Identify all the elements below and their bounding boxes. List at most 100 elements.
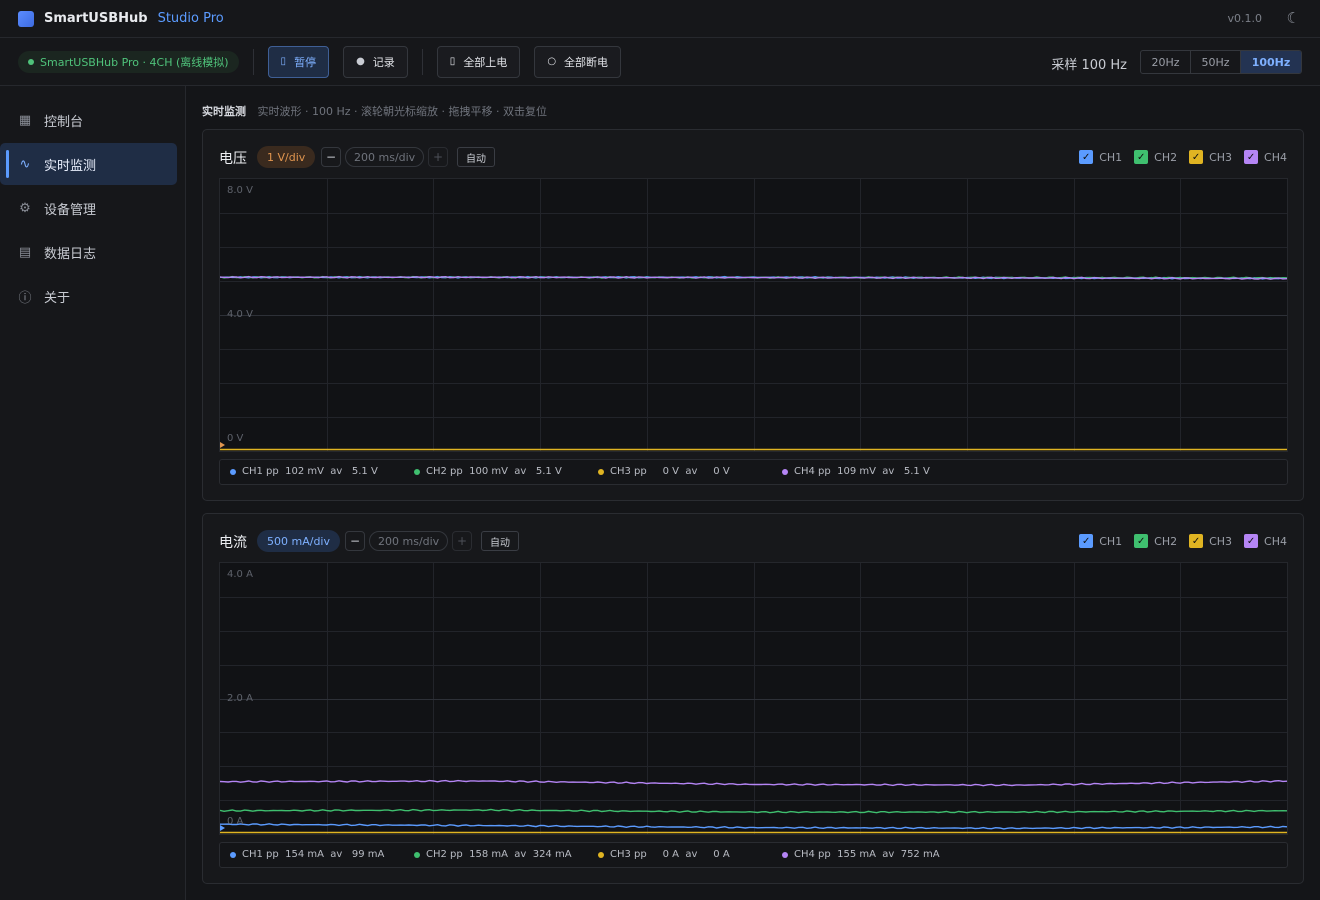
legend-ch2[interactable]: ✓ CH2	[1134, 150, 1177, 164]
stat-ch3: CH3 pp 0 A av 0 A	[598, 849, 730, 860]
gear-icon: ⚙	[19, 200, 31, 216]
ch4-dot-icon	[782, 851, 788, 858]
stat-text: CH3 pp 0 A av 0 A	[610, 849, 730, 860]
sidebar-item-logs[interactable]: ▤ 数据日志	[0, 231, 177, 273]
record-button[interactable]: ● 记录	[343, 45, 408, 78]
legend-ch3[interactable]: ✓ CH3	[1189, 534, 1232, 548]
current-chart-svg	[220, 563, 1287, 834]
voltage-panel: 电压 1 V/div − 200 ms/div + 自动 ✓ CH1 ✓ CH2 ✓…	[202, 129, 1304, 501]
panel-title: 电压	[219, 151, 247, 167]
title-bar: SmartUSBHub Studio Pro v0.1.0 ☾	[0, 0, 1320, 38]
power-all-off-label: 全部断电	[564, 55, 609, 69]
stat-text: CH2 pp 158 mA av 324 mA	[426, 849, 572, 860]
current-stats-bar: CH1 pp 154 mA av 99 mA CH2 pp 158 mA av …	[219, 842, 1288, 868]
legend-label: CH1	[1099, 534, 1123, 548]
pause-label: 暂停	[294, 55, 317, 69]
pause-button[interactable]: ▯ 暂停	[267, 45, 330, 78]
sidebar-item-about[interactable]: ⓘ 关于	[0, 275, 177, 317]
y-tick-label: 4.0 V	[227, 309, 253, 320]
current-panel: 电流 500 mA/div − 200 ms/div + 自动 ✓ CH1 ✓ CH…	[202, 513, 1304, 884]
legend-ch1[interactable]: ✓ CH1	[1079, 534, 1122, 548]
legend-ch2[interactable]: ✓ CH2	[1134, 534, 1177, 548]
legend-label: CH2	[1154, 534, 1178, 548]
rate-option-100hz[interactable]: 100Hz	[1241, 51, 1301, 73]
zero-marker-icon	[220, 442, 225, 448]
log-icon: ▤	[18, 244, 32, 260]
main-content: 实时监测 实时波形 · 100 Hz · 滚轮朝光标缩放 · 拖拽平移 · 双击…	[187, 86, 1320, 900]
series-line-ch2	[220, 808, 1287, 814]
toolbar: SmartUSBHub Pro · 4CH (离线模拟) ▯ 暂停 ● 记录 ▯…	[0, 38, 1320, 86]
stat-ch2: CH2 pp 158 mA av 324 mA	[414, 849, 572, 860]
status-dot-icon	[28, 58, 34, 65]
rate-option-20hz[interactable]: 20Hz	[1141, 51, 1191, 73]
timebase-value: 200 ms/div	[369, 531, 449, 551]
timebase-plus-button[interactable]: +	[428, 147, 448, 167]
grid	[220, 563, 1287, 834]
sidebar-item-label: 控制台	[44, 114, 84, 130]
checkbox-icon: ✓	[1079, 150, 1094, 164]
auto-button[interactable]: 自动	[481, 531, 519, 551]
legend-label: CH1	[1099, 150, 1123, 164]
timebase-plus-button[interactable]: +	[452, 531, 472, 551]
legend-label: CH4	[1264, 150, 1287, 164]
pause-icon: ▯	[280, 56, 287, 67]
info-icon: ⓘ	[18, 290, 32, 306]
legend-ch4[interactable]: ✓ CH4	[1244, 534, 1287, 548]
y-tick-label: 4.0 A	[227, 569, 253, 580]
stat-ch2: CH2 pp 100 mV av 5.1 V	[414, 466, 562, 477]
timebase-minus-button[interactable]: −	[345, 531, 365, 551]
sidebar-item-devices[interactable]: ⚙ 设备管理	[0, 187, 177, 229]
app-logo	[18, 10, 34, 27]
series-line-ch4	[220, 779, 1287, 787]
ch2-dot-icon	[414, 468, 420, 475]
power-all-on-label: 全部上电	[463, 55, 508, 69]
sidebar-item-label: 数据日志	[44, 246, 97, 262]
grid-icon: ▦	[18, 112, 32, 128]
panel-title: 电流	[219, 535, 247, 551]
sidebar: ▦ 控制台 ∿ 实时监测 ⚙ 设备管理 ▤ 数据日志 ⓘ 关于	[0, 86, 186, 900]
wave-icon: ∿	[19, 156, 31, 172]
channel-legend: ✓ CH1 ✓ CH2 ✓ CH3 ✓ CH4	[1067, 150, 1287, 164]
power-all-off-button[interactable]: ○ 全部断电	[534, 45, 622, 78]
auto-button[interactable]: 自动	[457, 147, 495, 167]
sidebar-item-label: 关于	[44, 290, 71, 306]
ch1-dot-icon	[230, 851, 236, 858]
y-tick-label: 8.0 V	[227, 185, 253, 196]
current-scale-pill[interactable]: 500 mA/div	[257, 530, 340, 552]
sidebar-item-monitor[interactable]: ∿ 实时监测	[0, 143, 177, 185]
ch2-dot-icon	[414, 851, 420, 858]
stat-text: CH4 pp 109 mV av 5.1 V	[794, 466, 930, 477]
record-label: 记录	[372, 55, 395, 69]
stat-text: CH1 pp 154 mA av 99 mA	[242, 849, 385, 860]
checkbox-icon: ✓	[1189, 534, 1204, 548]
circle-icon: ○	[547, 56, 557, 67]
legend-ch1[interactable]: ✓ CH1	[1079, 150, 1122, 164]
legend-ch3[interactable]: ✓ CH3	[1189, 150, 1232, 164]
rate-option-50hz[interactable]: 50Hz	[1191, 51, 1241, 73]
stat-text: CH4 pp 155 mA av 752 mA	[794, 849, 940, 860]
sidebar-item-label: 实时监测	[44, 158, 97, 174]
breadcrumb: 实时监测 实时波形 · 100 Hz · 滚轮朝光标缩放 · 拖拽平移 · 双击…	[202, 103, 547, 119]
legend-label: CH4	[1264, 534, 1287, 548]
legend-label: CH3	[1209, 534, 1233, 548]
app-edition: Studio Pro	[157, 11, 224, 26]
ch4-dot-icon	[782, 468, 788, 475]
version-label: v0.1.0	[1227, 12, 1263, 25]
voltage-plot[interactable]: 8.0 V 4.0 V 0 V	[219, 178, 1288, 452]
voltage-chart-svg	[220, 179, 1287, 451]
legend-ch4[interactable]: ✓ CH4	[1244, 150, 1287, 164]
power-all-on-button[interactable]: ▯ 全部上电	[436, 45, 521, 78]
legend-label: CH3	[1209, 150, 1233, 164]
stat-text: CH1 pp 102 mV av 5.1 V	[242, 466, 378, 477]
current-plot[interactable]: 4.0 A 2.0 A 0 A	[219, 562, 1288, 835]
channel-legend: ✓ CH1 ✓ CH2 ✓ CH3 ✓ CH4	[1067, 534, 1287, 548]
sidebar-item-console[interactable]: ▦ 控制台	[0, 99, 177, 141]
voltage-scale-pill[interactable]: 1 V/div	[257, 146, 316, 168]
y-tick-label: 0 A	[227, 816, 244, 827]
theme-toggle-moon-icon[interactable]: ☾	[1287, 9, 1300, 27]
y-tick-label: 0 V	[227, 433, 244, 444]
checkbox-icon: ✓	[1244, 150, 1259, 164]
stat-ch4: CH4 pp 109 mV av 5.1 V	[782, 466, 930, 477]
timebase-minus-button[interactable]: −	[321, 147, 341, 167]
voltage-stats-bar: CH1 pp 102 mV av 5.1 V CH2 pp 100 mV av …	[219, 459, 1288, 485]
